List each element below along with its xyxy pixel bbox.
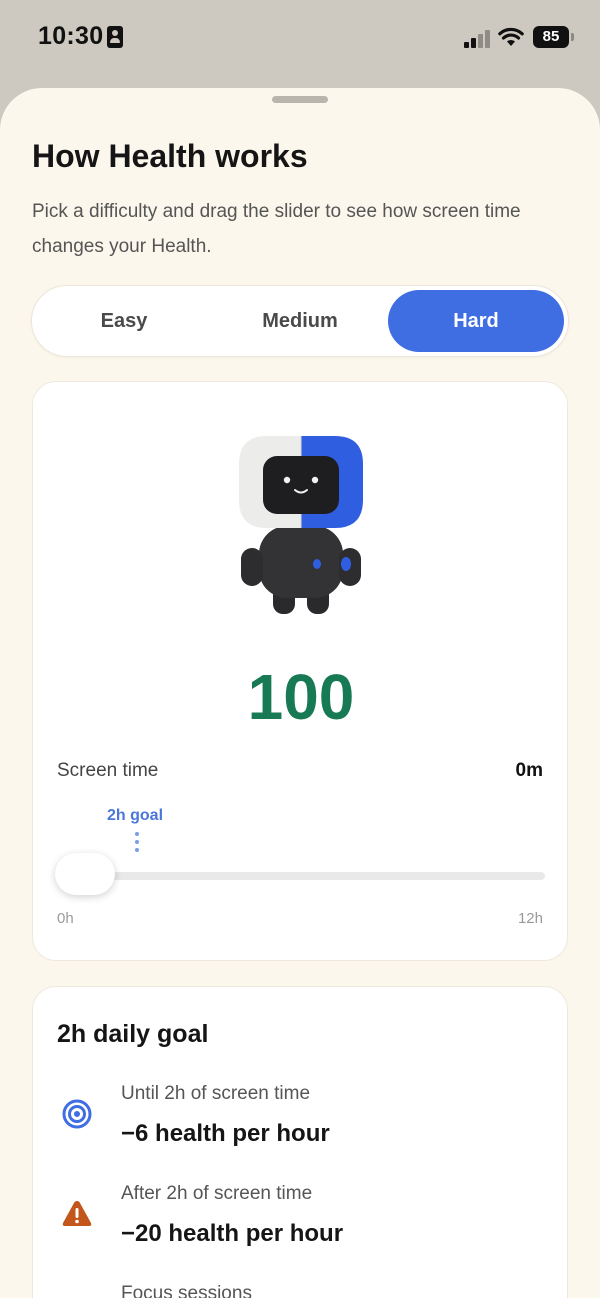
sheet-title: How Health works — [32, 138, 308, 174]
daily-goal-title: 2h daily goal — [57, 1020, 209, 1048]
difficulty-hard-button[interactable]: Hard — [388, 290, 564, 352]
screen-time-slider-track[interactable] — [57, 872, 545, 880]
target-icon — [62, 1099, 92, 1129]
wifi-icon — [498, 27, 524, 46]
screen-time-value: 0m — [515, 760, 543, 781]
screen-time-slider-thumb[interactable] — [55, 853, 115, 895]
health-score: 100 — [247, 661, 355, 733]
screen-time-label: Screen time — [57, 760, 159, 781]
difficulty-selector: Easy Medium Hard — [31, 285, 569, 357]
rule-until-goal-label: Until 2h of screen time — [121, 1083, 311, 1104]
goal-marker-label: 2h goal — [107, 807, 164, 824]
status-time: 10:30 — [38, 22, 104, 50]
difficulty-medium-button[interactable]: Medium — [212, 290, 388, 352]
daily-goal-card: 2h daily goal Until 2h of screen time −6… — [32, 986, 568, 1298]
sheet-grabber[interactable] — [272, 96, 328, 103]
health-simulator-card: 100 Screen time 0m 2h goal 0h 12h — [32, 381, 568, 961]
battery-icon: 85 — [533, 26, 574, 48]
how-health-works-sheet: How Health works Pick a difficulty and d… — [0, 88, 600, 1298]
goal-marker-dots — [135, 832, 139, 852]
sheet-subtitle: Pick a difficulty and drag the slider to… — [32, 201, 521, 257]
rule-after-goal-value: −20 health per hour — [121, 1220, 344, 1247]
slider-min-label: 0h — [57, 910, 74, 927]
cellular-signal-icon — [464, 30, 492, 48]
difficulty-easy-button[interactable]: Easy — [36, 290, 212, 352]
mascot-character-image — [239, 436, 363, 614]
status-bar: 10:30 85 — [0, 0, 600, 80]
rule-until-goal-value: −6 health per hour — [121, 1120, 330, 1147]
slider-max-label: 12h — [517, 910, 543, 927]
rule-focus-sessions-label: Focus sessions — [121, 1283, 252, 1298]
warning-icon — [62, 1201, 92, 1226]
rule-after-goal-label: After 2h of screen time — [121, 1183, 313, 1204]
id-card-icon — [107, 26, 123, 48]
